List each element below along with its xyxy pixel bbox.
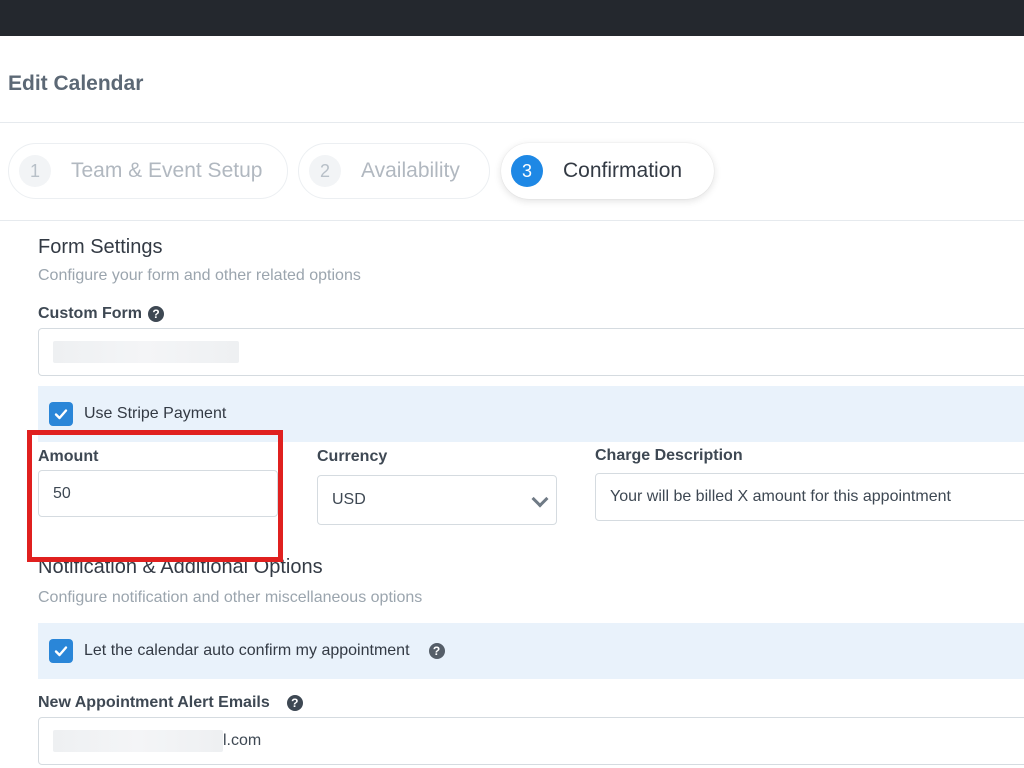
step-number: 2 — [309, 155, 341, 187]
alert-emails-label: New Appointment Alert Emails ? — [38, 694, 303, 712]
step-label: Team & Event Setup — [71, 159, 263, 182]
step-number: 3 — [511, 155, 543, 187]
help-circle-icon[interactable]: ? — [148, 306, 164, 322]
header-divider — [0, 122, 1024, 123]
alert-emails-input[interactable]: l.com — [38, 717, 1024, 765]
chevron-down-icon — [531, 490, 549, 508]
currency-label: Currency — [317, 448, 388, 465]
stepper-divider — [0, 220, 1024, 221]
auto-confirm-label: Let the calendar auto confirm my appoint… — [84, 642, 410, 659]
step-team-event-setup[interactable]: 1 Team & Event Setup — [8, 143, 288, 199]
page-title: Edit Calendar — [8, 72, 144, 95]
step-availability[interactable]: 2 Availability — [298, 143, 490, 199]
top-bar — [0, 0, 1024, 36]
use-stripe-payment-label: Use Stripe Payment — [84, 405, 227, 422]
notification-subtitle: Configure notification and other miscell… — [38, 589, 423, 606]
alert-emails-value-suffix: l.com — [223, 732, 262, 749]
check-icon — [54, 646, 68, 657]
charge-description-input[interactable]: Your will be billed X amount for this ap… — [595, 473, 1024, 521]
step-number: 1 — [19, 155, 51, 187]
alert-emails-label-text: New Appointment Alert Emails — [38, 694, 270, 711]
help-circle-icon[interactable]: ? — [286, 695, 303, 711]
help-circle-icon[interactable]: ? — [428, 643, 445, 659]
redacted-value — [53, 341, 239, 363]
step-label: Confirmation — [563, 159, 683, 182]
auto-confirm-checkbox[interactable] — [49, 639, 73, 663]
currency-value: USD — [332, 491, 366, 508]
charge-description-label: Charge Description — [595, 447, 743, 464]
custom-form-label: Custom Form ? — [38, 305, 164, 323]
use-stripe-payment-checkbox[interactable] — [49, 402, 73, 426]
custom-form-select[interactable] — [38, 328, 1024, 376]
currency-select[interactable]: USD — [317, 475, 557, 525]
redacted-value — [53, 730, 223, 752]
step-confirmation[interactable]: 3 Confirmation — [501, 143, 714, 199]
check-icon — [54, 409, 68, 420]
form-settings-title: Form Settings — [38, 236, 163, 258]
amount-highlight-box — [27, 430, 283, 562]
custom-form-label-text: Custom Form — [38, 305, 142, 322]
auto-confirm-row[interactable]: Let the calendar auto confirm my appoint… — [38, 623, 1024, 679]
step-label: Availability — [361, 159, 460, 182]
form-settings-subtitle: Configure your form and other related op… — [38, 267, 361, 284]
